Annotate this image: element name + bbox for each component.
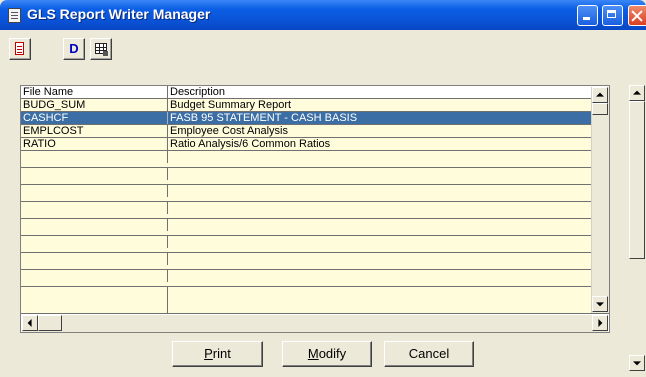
empty-row[interactable] [21, 236, 609, 253]
description-cell: Ratio Analysis/6 Common Ratios [170, 138, 331, 150]
print-mnemonic: P [204, 346, 213, 361]
minimize-button[interactable] [577, 5, 598, 26]
scroll-up-button[interactable] [592, 87, 608, 103]
new-document-icon[interactable] [9, 38, 31, 60]
empty-cell [21, 185, 168, 197]
left-arrow-icon [27, 319, 32, 327]
grid-vertical-scrollbar[interactable] [591, 87, 609, 313]
empty-cell [21, 219, 168, 231]
column-header-file-name[interactable]: File Name [21, 86, 168, 98]
file-name-cell: BUDG_SUM [21, 99, 168, 111]
empty-cell [21, 236, 168, 248]
empty-row[interactable] [21, 202, 609, 219]
empty-row[interactable] [21, 253, 609, 270]
table-row[interactable]: EMPLCOST Employee Cost Analysis [21, 125, 609, 138]
file-name-cell: CASHCF [21, 112, 168, 124]
empty-row[interactable] [21, 151, 609, 168]
window-title: GLS Report Writer Manager [27, 6, 211, 22]
scroll-down-button[interactable] [592, 296, 608, 312]
column-header-description[interactable]: Description [168, 86, 588, 98]
empty-row[interactable] [21, 287, 609, 314]
app-icon [8, 8, 21, 23]
modify-label: odify [318, 346, 347, 361]
close-button[interactable] [628, 5, 646, 26]
empty-cell [21, 202, 168, 214]
title-bar[interactable]: GLS Report Writer Manager [0, 0, 646, 30]
empty-cell [21, 168, 168, 180]
up-arrow-icon [633, 90, 641, 95]
empty-cell [21, 253, 168, 265]
modify-button[interactable]: Modify [282, 341, 372, 367]
print-label: rint [212, 346, 231, 361]
grid-edit-icon[interactable] [90, 38, 112, 60]
table-row[interactable]: RATIO Ratio Analysis/6 Common Ratios [21, 138, 609, 151]
cancel-button[interactable]: Cancel [384, 341, 474, 367]
window-scroll-down-button[interactable] [629, 355, 645, 371]
window-scroll-thumb[interactable] [629, 101, 645, 259]
description-cell: Budget Summary Report [170, 99, 292, 111]
print-button[interactable]: Print [172, 341, 263, 367]
empty-cell [21, 287, 168, 313]
window-scroll-up-button[interactable] [629, 85, 645, 101]
empty-row[interactable] [21, 168, 609, 185]
scroll-right-button[interactable] [592, 315, 608, 331]
maximize-button[interactable] [602, 5, 623, 26]
grid-horizontal-scrollbar[interactable] [22, 315, 608, 332]
report-file-grid[interactable]: File Name Description BUDG_SUM Budget Su… [20, 85, 610, 333]
scroll-thumb[interactable] [592, 103, 608, 115]
file-name-cell: RATIO [21, 138, 168, 150]
window-vertical-scrollbar[interactable] [628, 85, 646, 377]
description-cell: Employee Cost Analysis [170, 125, 288, 137]
file-name-cell: EMPLCOST [21, 125, 168, 137]
table-row-selected[interactable]: CASHCF FASB 95 STATEMENT - CASH BASIS [21, 112, 609, 125]
down-arrow-icon [633, 361, 641, 366]
empty-cell [21, 270, 168, 282]
empty-row[interactable] [21, 270, 609, 287]
down-arrow-icon [596, 302, 604, 307]
table-row[interactable]: BUDG_SUM Budget Summary Report [21, 99, 609, 112]
modify-mnemonic: M [307, 346, 319, 361]
grid-header: File Name Description [21, 86, 609, 99]
empty-row[interactable] [21, 185, 609, 202]
horizontal-scroll-thumb[interactable] [38, 315, 62, 331]
description-cell: FASB 95 STATEMENT - CASH BASIS [170, 112, 358, 124]
description-icon[interactable]: D [63, 38, 85, 60]
empty-cell [21, 151, 168, 163]
right-arrow-icon [598, 319, 603, 327]
scroll-left-button[interactable] [22, 315, 38, 331]
up-arrow-icon [596, 92, 604, 97]
empty-row[interactable] [21, 219, 609, 236]
